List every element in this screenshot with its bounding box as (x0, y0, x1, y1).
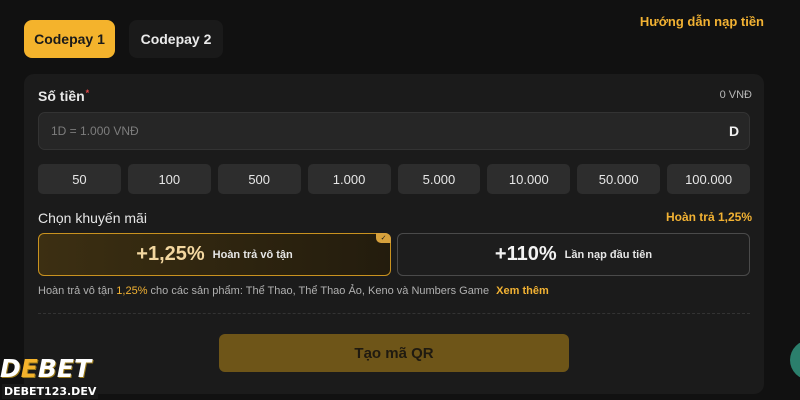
quick-amount-button[interactable]: 100.000 (667, 164, 750, 194)
quick-amount-button[interactable]: 10.000 (487, 164, 571, 194)
promo-note-text: Hoàn trả vô tận (38, 285, 114, 297)
logo-text: DEBET (0, 356, 122, 382)
logo-domain: DEBET123.DEV (2, 384, 99, 399)
amount-input[interactable] (51, 124, 719, 138)
promo-label: Chọn khuyến mãi (38, 210, 147, 226)
promo-desc: Lần nạp đầu tiên (564, 248, 653, 261)
required-mark: * (85, 88, 90, 98)
amount-label: Số tiền* (38, 88, 89, 104)
tab-codepay-2[interactable]: Codepay 2 (129, 20, 223, 58)
quick-amount-button[interactable]: 100 (127, 164, 211, 194)
balance-value: 0 VNĐ (719, 89, 752, 101)
quick-amount-button[interactable]: 500 (217, 164, 301, 194)
promo-note-highlight: 1,25% (116, 285, 148, 297)
promo-desc: Hoàn trả vô tận (212, 248, 293, 261)
check-icon: ✓ (376, 233, 391, 243)
support-chat-icon[interactable] (790, 340, 800, 380)
amount-field[interactable]: D (38, 112, 750, 150)
promo-note: Hoàn trả vô tận 1,25% cho các sản phẩm: … (38, 285, 549, 297)
promo-percent: +110% (494, 243, 557, 265)
quick-amount-row: 50 100 500 1.000 5.000 10.000 50.000 100… (38, 164, 750, 194)
create-qr-button[interactable]: Tạo mã QR (219, 334, 569, 372)
quick-amount-button[interactable]: 1.000 (307, 164, 391, 194)
promo-percent: +1,25% (136, 243, 205, 265)
currency-d-icon: D (728, 123, 740, 139)
promo-selected-text: Hoàn trả 1,25% (665, 210, 752, 224)
deposit-guide-link[interactable]: Hướng dẫn nạp tiền (640, 14, 764, 29)
promo-card-first-deposit[interactable]: +110% Lần nạp đầu tiên (397, 233, 750, 276)
see-more-link[interactable]: Xem thêm (496, 285, 549, 297)
quick-amount-button[interactable]: 50 (38, 164, 121, 194)
amount-label-text: Số tiền (38, 88, 85, 104)
quick-amount-button[interactable]: 5.000 (397, 164, 481, 194)
tab-codepay-1[interactable]: Codepay 1 (24, 20, 115, 58)
quick-amount-button[interactable]: 50.000 (577, 164, 661, 194)
divider (38, 313, 750, 314)
logo-part-2: E (20, 354, 38, 383)
logo-part-1: D (0, 354, 21, 383)
promo-note-products: cho các sản phẩm: Thể Thao, Thể Thao Ảo,… (150, 285, 490, 297)
logo-part-3: BET (37, 354, 92, 383)
promo-card-unlimited-rebate[interactable]: +1,25% Hoàn trả vô tận ✓ (38, 233, 391, 276)
watermark-logo: DEBET DEBET123.DEV (0, 356, 122, 400)
